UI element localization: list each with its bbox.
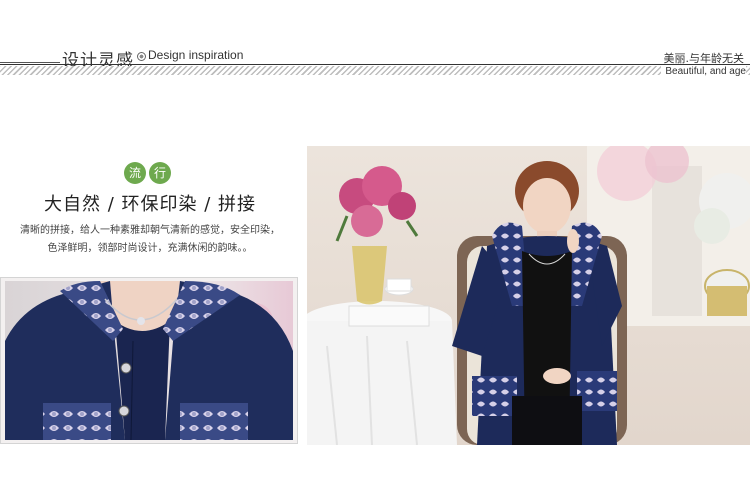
slogan-en: Beautiful, and age [661, 66, 746, 77]
badge-xing: 行 [149, 162, 171, 184]
header-divider [0, 64, 750, 65]
slogan-zh: 美丽.与年龄无关 [663, 52, 745, 65]
detail-image-frame [0, 277, 298, 444]
title-underline [0, 62, 60, 63]
feature-description-line2: 色泽鲜明，领部时尚设计，充满休闲的韵味。。 [47, 243, 253, 254]
feature-headline: 大自然 / 环保印染 / 拼接 [43, 194, 256, 215]
badge-liu: 流 [124, 162, 146, 184]
bullet-circle-icon [137, 52, 146, 61]
feature-description-line1: 清晰的拼接，给人一种素雅却朝气清新的感觉，安全印染， [20, 225, 280, 236]
section-title-en: Design inspiration [148, 48, 244, 62]
model-seated-photo [307, 146, 750, 445]
header-hatch-band [0, 66, 750, 75]
jacket-detail-photo [5, 281, 293, 440]
